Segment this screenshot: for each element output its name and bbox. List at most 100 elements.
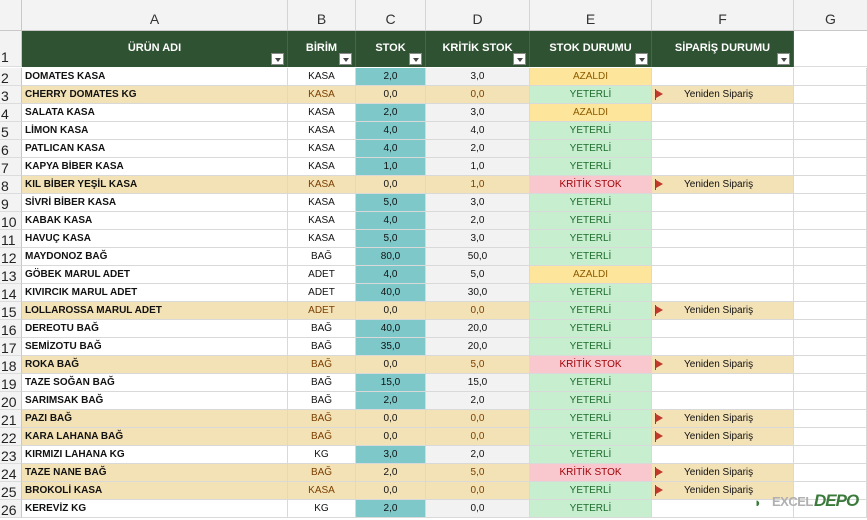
unit-cell[interactable]: ADET — [288, 302, 356, 320]
critical-stock-cell[interactable]: 4,0 — [426, 122, 530, 140]
unit-cell[interactable]: BAĞ — [288, 338, 356, 356]
stock-status-cell[interactable]: AZALDI — [530, 68, 652, 86]
product-name-cell[interactable]: BROKOLİ KASA — [22, 482, 288, 500]
product-name-cell[interactable]: HAVUÇ KASA — [22, 230, 288, 248]
product-name-cell[interactable]: KIVIRCIK MARUL ADET — [22, 284, 288, 302]
header-stock-status[interactable]: STOK DURUMU — [530, 31, 652, 67]
unit-cell[interactable]: ADET — [288, 284, 356, 302]
unit-cell[interactable]: BAĞ — [288, 464, 356, 482]
header-critical-stock[interactable]: KRİTİK STOK — [426, 31, 530, 67]
stock-cell[interactable]: 2,0 — [356, 104, 426, 122]
order-status-cell[interactable] — [652, 230, 794, 248]
unit-cell[interactable]: BAĞ — [288, 374, 356, 392]
stock-status-cell[interactable]: YETERLİ — [530, 230, 652, 248]
critical-stock-cell[interactable]: 0,0 — [426, 500, 530, 518]
order-status-cell[interactable] — [652, 338, 794, 356]
row-number[interactable]: 1 — [0, 31, 22, 67]
empty-cell[interactable] — [794, 374, 867, 392]
header-order-status[interactable]: SİPARİŞ DURUMU — [652, 31, 794, 67]
column-header-f[interactable]: F — [652, 0, 794, 30]
order-status-cell[interactable] — [652, 266, 794, 284]
unit-cell[interactable]: KASA — [288, 86, 356, 104]
product-name-cell[interactable]: DEREOTU BAĞ — [22, 320, 288, 338]
unit-cell[interactable]: BAĞ — [288, 410, 356, 428]
empty-cell[interactable] — [794, 158, 867, 176]
stock-status-cell[interactable]: KRİTİK STOK — [530, 356, 652, 374]
empty-cell[interactable] — [794, 104, 867, 122]
row-number[interactable]: 6 — [0, 140, 22, 158]
stock-cell[interactable]: 35,0 — [356, 338, 426, 356]
empty-cell[interactable] — [794, 212, 867, 230]
filter-dropdown-icon[interactable] — [409, 53, 422, 65]
stock-status-cell[interactable]: AZALDI — [530, 266, 652, 284]
unit-cell[interactable]: KASA — [288, 482, 356, 500]
row-number[interactable]: 14 — [0, 284, 22, 302]
empty-cell[interactable] — [794, 338, 867, 356]
stock-status-cell[interactable]: AZALDI — [530, 104, 652, 122]
stock-status-cell[interactable]: YETERLİ — [530, 122, 652, 140]
product-name-cell[interactable]: CHERRY DOMATES KG — [22, 86, 288, 104]
stock-status-cell[interactable]: YETERLİ — [530, 410, 652, 428]
filter-dropdown-icon[interactable] — [513, 53, 526, 65]
unit-cell[interactable]: KASA — [288, 194, 356, 212]
row-number[interactable]: 18 — [0, 356, 22, 374]
critical-stock-cell[interactable]: 2,0 — [426, 446, 530, 464]
empty-cell[interactable] — [794, 464, 867, 482]
critical-stock-cell[interactable]: 0,0 — [426, 482, 530, 500]
filter-dropdown-icon[interactable] — [339, 53, 352, 65]
stock-status-cell[interactable]: YETERLİ — [530, 86, 652, 104]
stock-status-cell[interactable]: YETERLİ — [530, 500, 652, 518]
product-name-cell[interactable]: SİVRİ BİBER KASA — [22, 194, 288, 212]
critical-stock-cell[interactable]: 5,0 — [426, 464, 530, 482]
stock-status-cell[interactable]: YETERLİ — [530, 428, 652, 446]
unit-cell[interactable]: KASA — [288, 140, 356, 158]
column-header-b[interactable]: B — [288, 0, 356, 30]
row-number[interactable]: 20 — [0, 392, 22, 410]
critical-stock-cell[interactable]: 3,0 — [426, 104, 530, 122]
empty-cell[interactable] — [794, 31, 867, 67]
order-status-cell[interactable]: Yeniden Sipariş — [652, 176, 794, 194]
product-name-cell[interactable]: TAZE NANE BAĞ — [22, 464, 288, 482]
empty-cell[interactable] — [794, 410, 867, 428]
unit-cell[interactable]: KASA — [288, 122, 356, 140]
product-name-cell[interactable]: KABAK KASA — [22, 212, 288, 230]
stock-cell[interactable]: 4,0 — [356, 140, 426, 158]
critical-stock-cell[interactable]: 1,0 — [426, 176, 530, 194]
critical-stock-cell[interactable]: 5,0 — [426, 356, 530, 374]
stock-cell[interactable]: 2,0 — [356, 68, 426, 86]
empty-cell[interactable] — [794, 122, 867, 140]
filter-dropdown-icon[interactable] — [635, 53, 648, 65]
row-number[interactable]: 21 — [0, 410, 22, 428]
row-number[interactable]: 25 — [0, 482, 22, 500]
product-name-cell[interactable]: SALATA KASA — [22, 104, 288, 122]
critical-stock-cell[interactable]: 50,0 — [426, 248, 530, 266]
product-name-cell[interactable]: PAZI BAĞ — [22, 410, 288, 428]
filter-dropdown-icon[interactable] — [271, 53, 284, 65]
order-status-cell[interactable] — [652, 104, 794, 122]
stock-status-cell[interactable]: YETERLİ — [530, 140, 652, 158]
product-name-cell[interactable]: SARIMSAK BAĞ — [22, 392, 288, 410]
product-name-cell[interactable]: LİMON KASA — [22, 122, 288, 140]
order-status-cell[interactable] — [652, 68, 794, 86]
row-number[interactable]: 12 — [0, 248, 22, 266]
product-name-cell[interactable]: LOLLAROSSA MARUL ADET — [22, 302, 288, 320]
unit-cell[interactable]: BAĞ — [288, 320, 356, 338]
critical-stock-cell[interactable]: 0,0 — [426, 428, 530, 446]
empty-cell[interactable] — [794, 320, 867, 338]
order-status-cell[interactable]: Yeniden Sipariş — [652, 302, 794, 320]
stock-cell[interactable]: 3,0 — [356, 446, 426, 464]
row-number[interactable]: 22 — [0, 428, 22, 446]
stock-cell[interactable]: 0,0 — [356, 428, 426, 446]
empty-cell[interactable] — [794, 86, 867, 104]
critical-stock-cell[interactable]: 2,0 — [426, 140, 530, 158]
product-name-cell[interactable]: DOMATES KASA — [22, 68, 288, 86]
empty-cell[interactable] — [794, 266, 867, 284]
stock-cell[interactable]: 5,0 — [356, 230, 426, 248]
unit-cell[interactable]: KG — [288, 500, 356, 518]
unit-cell[interactable]: BAĞ — [288, 248, 356, 266]
unit-cell[interactable]: KASA — [288, 68, 356, 86]
stock-status-cell[interactable]: YETERLİ — [530, 320, 652, 338]
unit-cell[interactable]: BAĞ — [288, 356, 356, 374]
critical-stock-cell[interactable]: 1,0 — [426, 158, 530, 176]
row-number[interactable]: 7 — [0, 158, 22, 176]
